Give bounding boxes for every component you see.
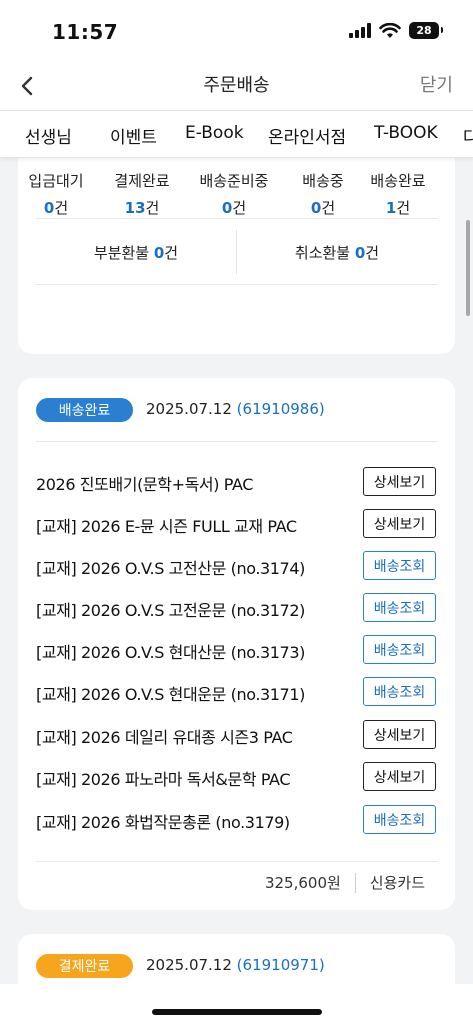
list-item: [교재] 2026 O.V.S 현대운문 (no.3171) 배송조회 [36, 677, 436, 707]
track-delivery-button[interactable]: 배송조회 [363, 551, 436, 580]
divider [36, 441, 437, 442]
item-title: [교재] 2026 O.V.S 고전산문 (no.3174) [36, 559, 305, 578]
summary-pending-payment[interactable]: 입금대기 0건 [6, 170, 106, 218]
order-number[interactable]: (61910971) [237, 956, 325, 974]
list-item: [교재] 2026 O.V.S 현대산문 (no.3173) 배송조회 [36, 635, 436, 665]
divider [354, 872, 356, 893]
nav-bar: 주문배송 닫기 [0, 62, 473, 110]
order-footer: 325,600원 신용카드 [265, 872, 425, 893]
scrollbar[interactable] [466, 220, 470, 316]
status-icons: 28 [349, 22, 443, 39]
summary-cancel-refund[interactable]: 취소환불 0건 [237, 242, 437, 263]
track-delivery-button[interactable]: 배송조회 [363, 805, 436, 834]
order-date: 2025.07.12 (61910986) [146, 400, 325, 418]
tab-tbook[interactable]: T-BOOK [374, 123, 438, 143]
item-title: [교재] 2026 파노라마 독서&문학 PAC [36, 770, 291, 789]
page-title: 주문배송 [203, 75, 270, 96]
divider [36, 218, 437, 219]
tab-ebook[interactable]: E-Book [185, 123, 244, 143]
divider [36, 284, 437, 285]
item-title: [교재] 2026 데일리 유대종 시즌3 PAC [36, 728, 293, 747]
summary-preparing[interactable]: 배송준비중 0건 [184, 170, 284, 218]
status-time: 11:57 [52, 20, 119, 44]
tab-online-bookstore[interactable]: 온라인서점 [268, 123, 346, 148]
home-indicator[interactable] [152, 1009, 322, 1015]
list-item: [교재] 2026 E-뮨 시즌 FULL 교재 PAC 상세보기 [36, 509, 436, 539]
order-amount: 325,600원 [264, 874, 341, 892]
detail-button[interactable]: 상세보기 [363, 509, 436, 538]
list-item: [교재] 2026 화법작문총론 (no.3179) 배송조회 [36, 805, 436, 835]
list-item: [교재] 2026 파노라마 독서&문학 PAC 상세보기 [36, 762, 436, 792]
wifi-icon [379, 22, 401, 38]
order-number[interactable]: (61910986) [237, 400, 325, 418]
detail-button[interactable]: 상세보기 [363, 762, 436, 791]
list-item: [교재] 2026 O.V.S 고전운문 (no.3172) 배송조회 [36, 593, 436, 623]
list-item: 2026 진또배기(문학+독서) PAC 상세보기 [36, 467, 436, 497]
category-tabs: 선생님 이벤트 E-Book 온라인서점 T-BOOK 다 [0, 110, 473, 158]
tab-event[interactable]: 이벤트 [110, 123, 157, 148]
status-bar: 11:57 28 [0, 0, 473, 62]
status-badge: 배송완료 [36, 398, 133, 422]
track-delivery-button[interactable]: 배송조회 [363, 677, 436, 706]
item-title: [교재] 2026 O.V.S 현대산문 (no.3173) [36, 643, 305, 662]
close-button[interactable]: 닫기 [420, 71, 453, 97]
order-date: 2025.07.12 (61910971) [146, 956, 325, 974]
battery-icon: 28 [409, 22, 443, 39]
payment-method: 신용카드 [369, 874, 425, 892]
detail-button[interactable]: 상세보기 [363, 467, 436, 496]
content: 입금대기 0건 결제완료 13건 배송준비중 0건 배송중 0건 배송완료 1건… [0, 158, 473, 1024]
summary-delivered[interactable]: 배송완료 1건 [348, 170, 448, 218]
item-title: [교재] 2026 화법작문총론 (no.3179) [36, 813, 290, 832]
item-title: [교재] 2026 O.V.S 고전운문 (no.3172) [36, 601, 305, 620]
track-delivery-button[interactable]: 배송조회 [363, 635, 436, 664]
divider [36, 861, 437, 862]
detail-button[interactable]: 상세보기 [363, 720, 436, 749]
list-item: [교재] 2026 O.V.S 고전산문 (no.3174) 배송조회 [36, 551, 436, 581]
status-badge: 결제완료 [36, 954, 133, 978]
item-title: 2026 진또배기(문학+독서) PAC [36, 475, 254, 494]
tab-teacher[interactable]: 선생님 [25, 123, 72, 148]
order-summary-card: 입금대기 0건 결제완료 13건 배송준비중 0건 배송중 0건 배송완료 1건… [18, 158, 455, 354]
order-card: 배송완료 2025.07.12 (61910986) 2026 진또배기(문학+… [18, 378, 455, 910]
bottom-bar [0, 984, 473, 1024]
tab-more[interactable]: 다 [463, 123, 473, 148]
item-title: [교재] 2026 O.V.S 현대운문 (no.3171) [36, 685, 305, 704]
track-delivery-button[interactable]: 배송조회 [363, 593, 436, 622]
signal-icon [349, 23, 371, 38]
list-item: [교재] 2026 데일리 유대종 시즌3 PAC 상세보기 [36, 720, 436, 750]
item-title: [교재] 2026 E-뮨 시즌 FULL 교재 PAC [36, 517, 297, 536]
summary-partial-refund[interactable]: 부분환불 0건 [36, 242, 236, 263]
summary-paid[interactable]: 결제완료 13건 [92, 170, 192, 218]
